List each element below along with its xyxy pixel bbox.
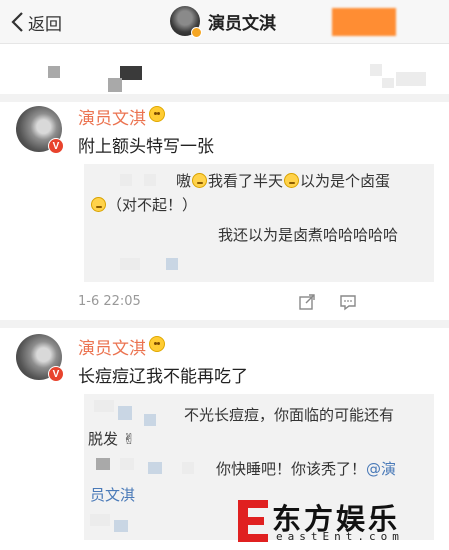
reply-text: 我看了半天 <box>208 172 284 190</box>
redacted-pixel <box>144 174 156 186</box>
reply-line: 你快睡吧！你该秃了！@演 <box>216 458 396 479</box>
divider <box>0 94 449 102</box>
emoji-icon <box>192 173 208 188</box>
reply-text: 脱发 ✌ <box>88 430 136 448</box>
username[interactable]: 演员文淇 <box>78 104 146 129</box>
redacted-pixel <box>120 174 132 186</box>
avatar[interactable]: V <box>16 106 64 154</box>
redacted-block <box>332 8 396 36</box>
redacted-pixel <box>108 78 122 92</box>
share-icon[interactable] <box>298 293 316 311</box>
timestamp: 1-6 22:05 <box>78 294 141 309</box>
emoji-icon <box>91 197 106 212</box>
redacted-pixel <box>182 462 194 474</box>
page-title: 演员文淇 <box>208 13 276 34</box>
mention-link[interactable]: 员文淇 <box>90 484 135 505</box>
redacted-pixel <box>90 514 110 526</box>
emoji-icon <box>149 106 165 122</box>
avatar[interactable]: V <box>16 334 64 382</box>
reply-text: 不光长痘痘，你面临的可能还有 <box>184 406 395 424</box>
redacted-pixel <box>166 258 178 270</box>
comment-icon[interactable] <box>339 293 357 311</box>
redacted-pixel <box>94 400 114 412</box>
watermark-subtext: eastEnt.com <box>276 530 404 543</box>
reply-text: 以为是个卤蛋 <box>300 172 391 190</box>
redacted-pixel <box>120 458 134 470</box>
redacted-pixel <box>370 64 382 76</box>
redacted-pixel <box>396 72 426 86</box>
verified-badge-icon: V <box>48 138 64 154</box>
top-bar: 返回 演员文淇 <box>0 0 449 44</box>
username[interactable]: 演员文淇 <box>78 334 146 359</box>
back-button[interactable]: 返回 <box>10 8 62 36</box>
back-label: 返回 <box>28 14 62 35</box>
redacted-pixel <box>96 458 110 470</box>
chevron-left-icon <box>11 12 23 32</box>
reply-line: （对不起！） <box>90 194 197 215</box>
mention-link[interactable]: @演 <box>366 460 396 478</box>
verified-badge-icon: V <box>48 366 64 382</box>
redacted-pixel <box>382 78 394 88</box>
watermark: 东方娱乐 eastEnt.com <box>228 494 449 550</box>
redacted-pixel <box>48 66 60 78</box>
post-text: 长痘痘辽我不能再吃了 <box>78 367 248 387</box>
redacted-pixel <box>120 258 140 270</box>
redacted-pixel <box>118 406 132 420</box>
reply-text: （对不起！） <box>107 196 198 214</box>
post-text: 附上额头特写一张 <box>78 137 214 157</box>
verified-badge-icon <box>191 27 202 38</box>
emoji-icon <box>284 173 300 188</box>
chat-title: 演员文淇 <box>170 6 276 38</box>
title-avatar[interactable] <box>170 6 202 38</box>
redacted-pixel <box>120 66 142 80</box>
watermark-logo-icon <box>238 500 268 542</box>
divider <box>0 320 449 328</box>
reply-text: 我还以为是卤煮哈哈哈哈哈 <box>218 226 399 244</box>
emoji-icon <box>149 336 165 352</box>
redacted-pixel <box>114 520 128 532</box>
reply-line: 嗷我看了半天 以为是个卤蛋 <box>176 170 390 191</box>
redacted-pixel <box>144 414 156 426</box>
redacted-pixel <box>148 462 162 474</box>
reply-text: 你快睡吧！你该秃了！ <box>216 460 367 478</box>
reply-text: 嗷 <box>176 172 192 190</box>
